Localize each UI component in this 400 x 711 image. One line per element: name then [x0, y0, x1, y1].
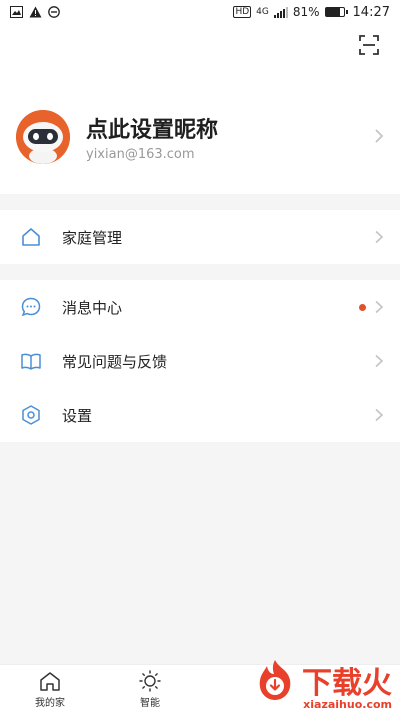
- chevron-right-icon: [375, 408, 384, 422]
- tab-label: 我的家: [35, 698, 65, 709]
- clock: 14:27: [352, 4, 390, 20]
- home-icon: [40, 672, 60, 691]
- robot-avatar-icon: [16, 110, 70, 164]
- profile-header: 点此设置昵称 yixian@163.com: [0, 24, 400, 194]
- home-section: 家庭管理: [0, 210, 400, 264]
- signal-icon: [273, 6, 288, 18]
- chevron-right-icon[interactable]: [374, 128, 384, 144]
- tab-smart[interactable]: 智能: [120, 665, 180, 711]
- watermark-logo: 下载火: [252, 658, 392, 702]
- unread-badge: [359, 303, 366, 311]
- network-type: 4G: [256, 7, 269, 17]
- circle-minus-icon: [48, 6, 60, 18]
- menu-label: 设置: [62, 406, 93, 425]
- chat-bubble-icon: [20, 296, 42, 318]
- main-menu-section: 消息中心 常见问题与反馈 设置: [0, 280, 400, 442]
- menu-item-settings[interactable]: 设置: [0, 388, 400, 442]
- status-left: [10, 6, 60, 18]
- tab-label: 智能: [140, 698, 160, 709]
- nickname[interactable]: 点此设置昵称: [86, 112, 218, 144]
- status-bar: HD 4G 81% 14:27: [0, 0, 400, 24]
- alert-icon: [29, 6, 42, 18]
- watermark-domain: xiazaihuo.com: [303, 698, 392, 711]
- status-right: HD 4G 81% 14:27: [233, 5, 390, 20]
- menu-label: 消息中心: [62, 298, 123, 317]
- account-email: yixian@163.com: [86, 147, 195, 162]
- scan-button[interactable]: [358, 34, 380, 56]
- menu-item-messages[interactable]: 消息中心: [0, 280, 400, 334]
- watermark: 下载火 xiazaihuo.com: [252, 658, 392, 711]
- hd-indicator: HD: [233, 6, 252, 18]
- settings-hexagon-icon: [20, 404, 42, 426]
- flame-logo-icon: [259, 660, 291, 700]
- battery-percent: 81%: [292, 5, 320, 19]
- image-icon: [10, 6, 23, 18]
- chevron-right-icon: [375, 300, 384, 314]
- tab-my-home[interactable]: 我的家: [20, 665, 80, 711]
- chevron-right-icon: [375, 230, 384, 244]
- scan-icon: [359, 35, 379, 55]
- menu-item-faq[interactable]: 常见问题与反馈: [0, 334, 400, 388]
- menu-label: 家庭管理: [62, 228, 123, 247]
- sun-icon: [139, 670, 161, 692]
- open-book-icon: [20, 350, 42, 372]
- house-icon: [20, 226, 42, 248]
- battery-icon: [324, 7, 348, 17]
- avatar[interactable]: [16, 110, 70, 164]
- chevron-right-icon: [375, 354, 384, 368]
- menu-item-home-management[interactable]: 家庭管理: [0, 210, 400, 264]
- watermark-name: 下载火: [302, 666, 392, 701]
- menu-label: 常见问题与反馈: [62, 352, 168, 371]
